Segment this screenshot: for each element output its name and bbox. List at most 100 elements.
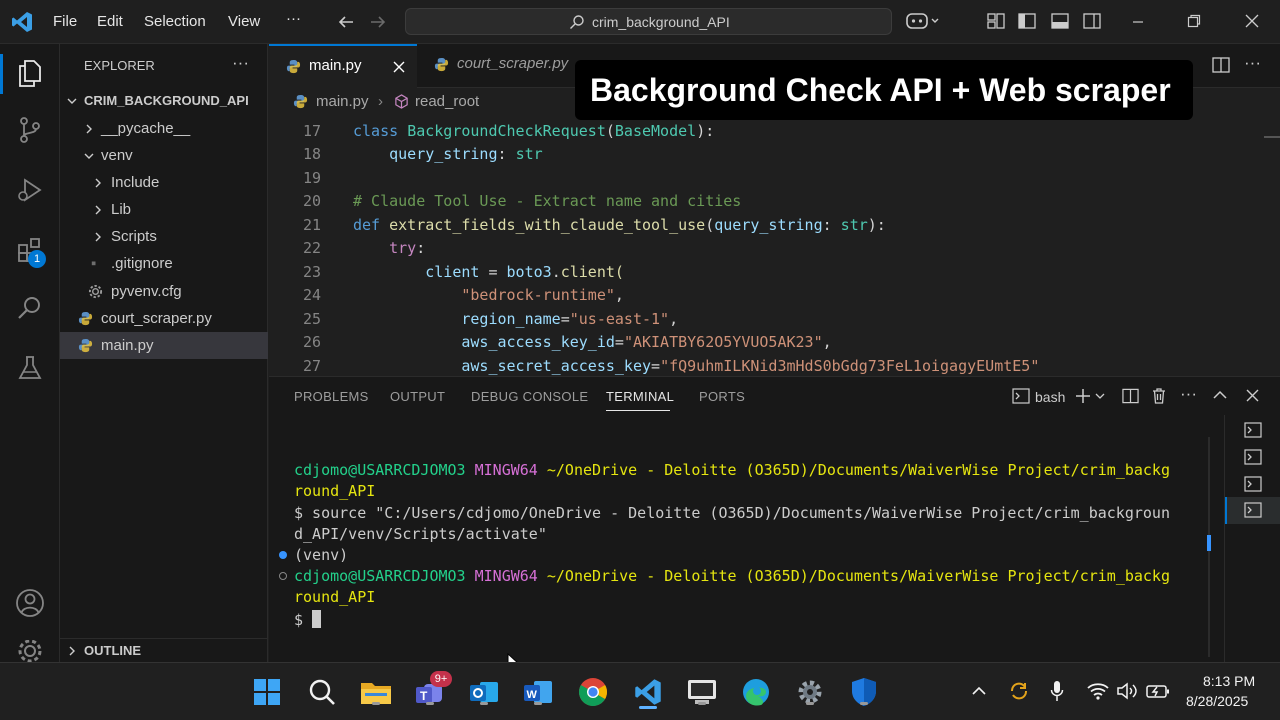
source-control-icon[interactable]	[12, 112, 48, 148]
terminal-shell-name[interactable]: bash	[1035, 389, 1065, 405]
command-center-search[interactable]: crim_background_API	[405, 8, 892, 35]
forward-arrow-icon[interactable]	[369, 13, 387, 31]
menu-edit[interactable]: Edit	[97, 13, 123, 30]
tab-court-scraper[interactable]: court_scraper.py	[417, 44, 577, 88]
chrome-icon[interactable]	[576, 675, 610, 709]
split-terminal-icon[interactable]	[1122, 388, 1139, 404]
tab-problems[interactable]: PROBLEMS	[294, 389, 369, 404]
clock-date[interactable]: 8/28/2025	[1186, 693, 1248, 709]
active-app-indicator	[639, 706, 657, 709]
terminal-output[interactable]: cdjomo@USARRCDJOMO3 MINGW64 ~/OneDrive -…	[269, 457, 1209, 637]
word-icon[interactable]: W	[521, 675, 555, 709]
file-explorer-icon[interactable]	[359, 675, 393, 709]
tree-file-gitignore[interactable]: ▪ .gitignore	[60, 250, 268, 277]
command-decoration-pending-icon[interactable]	[279, 572, 287, 580]
editor-more-actions-icon[interactable]: ···	[1244, 53, 1261, 73]
breadcrumb-file[interactable]: main.py	[316, 93, 369, 110]
vscode-logo-icon[interactable]	[11, 11, 33, 33]
explorer-more-button[interactable]: ···	[232, 53, 249, 73]
chevron-down-icon[interactable]	[1095, 391, 1105, 401]
tree-item-label: Scripts	[111, 228, 157, 245]
tree-file-court-scraper[interactable]: court_scraper.py	[60, 305, 268, 332]
testing-icon[interactable]	[12, 350, 48, 386]
tree-folder-lib[interactable]: Lib	[60, 196, 268, 223]
terminal-app-icon[interactable]	[685, 675, 719, 709]
maximize-panel-chevron-up-icon[interactable]	[1213, 390, 1227, 400]
outlook-icon[interactable]	[467, 675, 501, 709]
defender-shield-icon[interactable]	[847, 675, 881, 709]
line-number: 24	[302, 286, 321, 304]
code-editor[interactable]: 17 18 19 20 21 22 23 24 25 26 27 class B…	[269, 116, 1280, 376]
toggle-panel-icon[interactable]	[1051, 13, 1069, 29]
running-indicator	[860, 702, 868, 705]
menu-more[interactable]: ···	[286, 10, 301, 27]
command-decoration-success-icon[interactable]	[279, 551, 287, 559]
back-arrow-icon[interactable]	[337, 13, 355, 31]
tree-folder-scripts[interactable]: Scripts	[60, 223, 268, 250]
workspace-root[interactable]: CRIM_BACKGROUND_API	[60, 87, 268, 114]
edge-icon[interactable]	[739, 675, 773, 709]
close-tab-icon[interactable]	[393, 61, 405, 73]
minimize-icon[interactable]	[1131, 15, 1145, 29]
explorer-icon[interactable]	[12, 55, 48, 91]
tab-terminal[interactable]: TERMINAL	[606, 389, 674, 404]
tab-main-py[interactable]: main.py	[269, 44, 417, 88]
copilot-icon[interactable]	[906, 11, 940, 31]
microphone-icon[interactable]	[1050, 680, 1064, 702]
terminal-prompt: $	[294, 610, 322, 629]
sync-status-icon[interactable]	[1008, 681, 1030, 701]
title-bar: File Edit Selection View ··· crim_backgr…	[0, 0, 1280, 44]
split-editor-icon[interactable]	[1212, 57, 1230, 73]
manage-gear-icon[interactable]	[12, 640, 48, 662]
settings-gear-icon[interactable]	[793, 675, 827, 709]
running-indicator	[426, 702, 434, 705]
line-number: 26	[302, 333, 321, 351]
volume-icon[interactable]	[1116, 682, 1138, 700]
chevron-right-icon	[86, 124, 92, 134]
outline-section-header[interactable]: OUTLINE	[60, 638, 268, 662]
trash-icon[interactable]	[1151, 387, 1167, 404]
tree-item-label: main.py	[101, 337, 154, 354]
customize-layout-icon[interactable]	[987, 13, 1005, 29]
search-activity-icon[interactable]	[12, 290, 48, 326]
show-hidden-icons-chevron-up-icon[interactable]	[972, 686, 986, 696]
menu-view[interactable]: View	[228, 13, 260, 30]
python-file-icon	[293, 94, 308, 109]
chevron-right-icon	[69, 646, 75, 656]
line-number: 19	[302, 169, 321, 187]
battery-charging-icon[interactable]	[1146, 682, 1170, 700]
line-number: 18	[302, 145, 321, 163]
menu-selection[interactable]: Selection	[144, 13, 206, 30]
tab-ports[interactable]: PORTS	[699, 389, 745, 404]
tree-file-main[interactable]: main.py	[60, 332, 268, 359]
terminal-instance-active[interactable]	[1225, 497, 1280, 524]
start-windows-icon[interactable]	[250, 675, 284, 709]
close-window-icon[interactable]	[1245, 14, 1259, 28]
panel-more-actions-icon[interactable]: ···	[1180, 384, 1197, 404]
taskbar-search-icon[interactable]	[305, 675, 339, 709]
terminal-instance-icon[interactable]	[1244, 449, 1262, 465]
menu-file[interactable]: File	[53, 13, 77, 30]
terminal-scroll-marker	[1207, 535, 1211, 551]
tree-file-pyvenv[interactable]: pyvenv.cfg	[60, 278, 268, 305]
vscode-taskbar-icon[interactable]	[630, 675, 666, 709]
toggle-primary-sidebar-icon[interactable]	[1018, 13, 1036, 29]
run-debug-icon[interactable]	[12, 172, 48, 208]
tree-folder-include[interactable]: Include	[60, 169, 268, 196]
terminal-instance-icon[interactable]	[1244, 422, 1262, 438]
accounts-icon[interactable]	[12, 585, 48, 621]
terminal-instance-icon[interactable]	[1244, 476, 1262, 492]
close-panel-icon[interactable]	[1246, 389, 1259, 402]
wifi-icon[interactable]	[1087, 682, 1109, 700]
tab-output[interactable]: OUTPUT	[390, 389, 445, 404]
new-terminal-plus-icon[interactable]	[1075, 388, 1091, 404]
tree-folder-venv[interactable]: venv	[60, 142, 268, 169]
clock-time[interactable]: 8:13 PM	[1203, 673, 1255, 689]
restore-icon[interactable]	[1187, 14, 1201, 28]
tree-folder-pycache[interactable]: __pycache__	[60, 115, 268, 142]
bottom-panel: PROBLEMS OUTPUT DEBUG CONSOLE TERMINAL P…	[269, 376, 1280, 663]
tab-debug-console[interactable]: DEBUG CONSOLE	[471, 389, 588, 404]
svg-text:T: T	[420, 689, 428, 703]
toggle-secondary-sidebar-icon[interactable]	[1083, 13, 1101, 29]
breadcrumb-symbol[interactable]: read_root	[415, 93, 479, 110]
